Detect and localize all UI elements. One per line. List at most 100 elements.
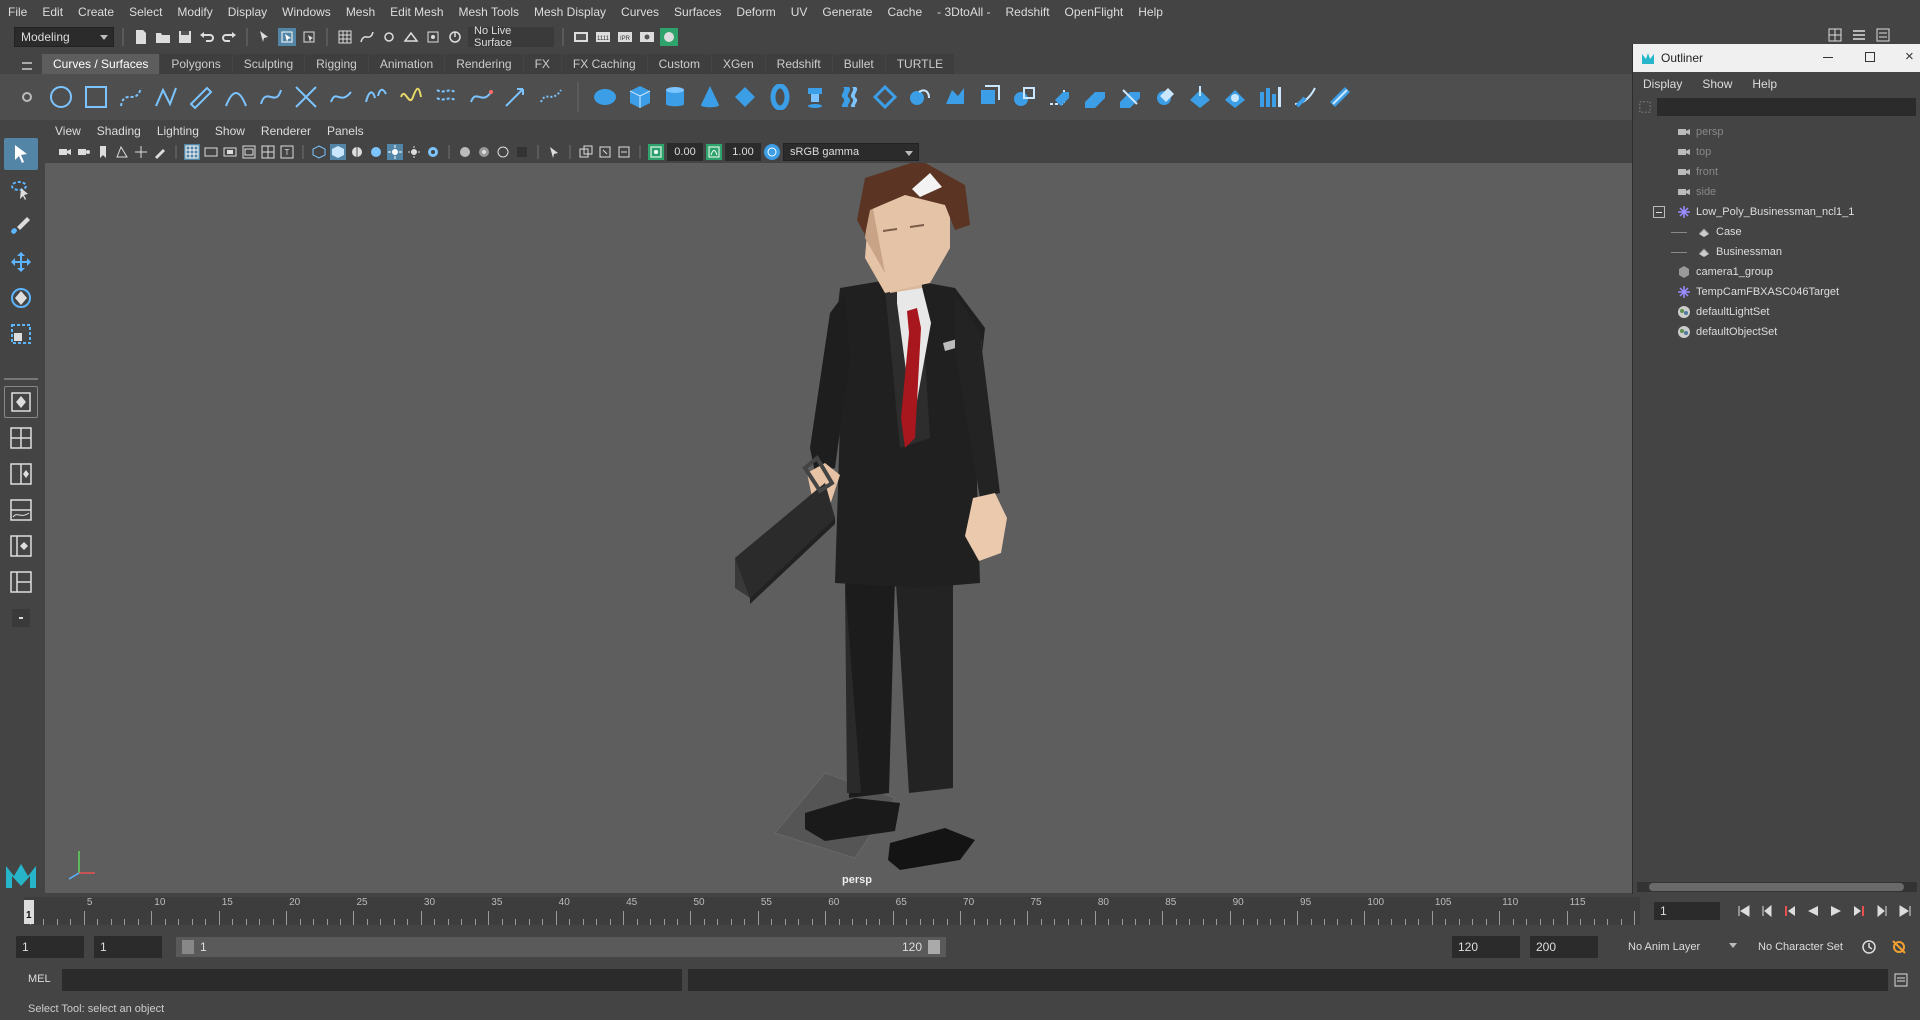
script-editor-icon[interactable]	[1892, 971, 1910, 989]
select-tool-button[interactable]	[4, 138, 38, 170]
textured-icon[interactable]	[368, 144, 384, 160]
viewport-menu-shading[interactable]: Shading	[97, 124, 141, 138]
step-forward-key-icon[interactable]	[1873, 902, 1891, 920]
four-view-layout-button[interactable]	[4, 422, 38, 454]
bezier-curve-icon[interactable]	[258, 84, 284, 110]
step-back-frame-icon[interactable]	[1781, 902, 1799, 920]
shelf-tab-redshift[interactable]: Redshift	[765, 54, 832, 74]
backface-culling-icon[interactable]	[514, 144, 530, 160]
outliner-item-defaultobjectset[interactable]: defaultObjectSet	[1633, 322, 1920, 342]
nurbs-torus-icon[interactable]	[767, 84, 793, 110]
arc-tool-icon[interactable]	[223, 84, 249, 110]
range-end-handle[interactable]	[928, 940, 940, 954]
menu-display[interactable]: Display	[228, 5, 267, 19]
scrollbar-thumb[interactable]	[1649, 883, 1904, 891]
shelf-tab-rendering[interactable]: Rendering	[445, 54, 523, 74]
extend-curve-icon[interactable]	[503, 84, 529, 110]
hypershade-icon[interactable]	[660, 27, 678, 46]
trim-tool-icon[interactable]	[1222, 84, 1248, 110]
project-curve-icon[interactable]	[1292, 84, 1318, 110]
undo-icon[interactable]	[198, 28, 216, 46]
render-view-icon[interactable]	[572, 28, 590, 46]
shelf-tab-polygons[interactable]: Polygons	[160, 54, 232, 74]
cv-curve-icon[interactable]	[118, 84, 144, 110]
range-slider-bar[interactable]: 1 120	[176, 937, 946, 957]
xray-components-icon[interactable]	[495, 144, 511, 160]
playback-start-field[interactable]: 1	[94, 936, 162, 958]
birail-icon[interactable]	[942, 84, 968, 110]
shelf-tab-fx[interactable]: FX	[523, 54, 561, 74]
make-live-icon[interactable]	[446, 28, 464, 46]
menu-deform[interactable]: Deform	[736, 5, 775, 19]
curve-intersect-icon[interactable]	[293, 84, 319, 110]
menu-3dtoall[interactable]: - 3DtoAll -	[937, 5, 990, 19]
rotate-tool-button[interactable]	[4, 282, 38, 314]
step-forward-frame-icon[interactable]	[1850, 902, 1868, 920]
gate-mask-icon[interactable]	[241, 144, 257, 160]
menu-redshift[interactable]: Redshift	[1006, 5, 1050, 19]
outliner-item-low-poly-businessman-ncl1-1[interactable]: Low_Poly_Businessman_ncl1_1	[1633, 202, 1920, 222]
viewport-menu-panels[interactable]: Panels	[327, 124, 364, 138]
image-plane-icon[interactable]	[114, 144, 130, 160]
menu-mesh[interactable]: Mesh	[346, 5, 375, 19]
command-language-label[interactable]: MEL	[28, 973, 51, 985]
grease-pencil-icon[interactable]	[152, 144, 168, 160]
field-chart-icon[interactable]	[260, 144, 276, 160]
menu-create[interactable]: Create	[78, 5, 114, 19]
live-surface-field[interactable]: No Live Surface	[468, 25, 554, 49]
square-surface-icon[interactable]	[1012, 84, 1038, 110]
motion-blur-icon[interactable]	[616, 144, 632, 160]
loft-icon[interactable]	[837, 84, 863, 110]
play-backwards-icon[interactable]	[1804, 902, 1822, 920]
persp-outliner-layout-button[interactable]	[4, 530, 38, 562]
shelf-tab-custom[interactable]: Custom	[647, 54, 711, 74]
current-time-marker[interactable]: 1	[24, 900, 34, 924]
open-scene-icon[interactable]	[154, 28, 172, 46]
xray-icon[interactable]	[457, 144, 473, 160]
collapse-icon[interactable]	[1653, 206, 1665, 218]
snap-live-icon[interactable]	[424, 28, 442, 46]
render-settings-icon[interactable]	[638, 28, 656, 46]
outliner-item-camera1-group[interactable]: camera1_group	[1633, 262, 1920, 282]
select-object-icon[interactable]	[278, 27, 296, 46]
reverse-curve-icon[interactable]	[468, 84, 494, 110]
revolve-icon[interactable]	[802, 84, 828, 110]
extrude-icon[interactable]	[907, 84, 933, 110]
save-scene-icon[interactable]	[176, 28, 194, 46]
depth-of-field-icon[interactable]	[597, 144, 613, 160]
auto-key-icon[interactable]	[1860, 938, 1878, 956]
menu-mesh-display[interactable]: Mesh Display	[534, 5, 606, 19]
shelf-settings-icon[interactable]	[22, 92, 32, 102]
time-slider[interactable]: 5 10 15 20 25 30 35 40 45 50 55 60 65 70 75 80 85 90 95 100…	[24, 897, 1640, 925]
menu-mesh-tools[interactable]: Mesh Tools	[459, 5, 519, 19]
color-management-icon[interactable]	[764, 144, 780, 160]
ep-curve-icon[interactable]	[153, 84, 179, 110]
anim-layer-dropdown[interactable]: No Anim Layer	[1622, 936, 1742, 958]
render-frame-icon[interactable]: 1111	[594, 28, 612, 46]
nurbs-cube-icon[interactable]	[627, 84, 653, 110]
offset-curve-icon[interactable]	[433, 84, 459, 110]
shelf-tab-bullet[interactable]: Bullet	[832, 54, 885, 74]
nurbs-square-icon[interactable]	[83, 84, 109, 110]
detach-curve-icon[interactable]	[363, 84, 389, 110]
new-scene-icon[interactable]	[132, 28, 150, 46]
menu-curves[interactable]: Curves	[621, 5, 659, 19]
nurbs-cylinder-icon[interactable]	[662, 84, 688, 110]
nurbs-cone-icon[interactable]	[697, 84, 723, 110]
rebuild-curve-icon[interactable]	[398, 84, 424, 110]
smooth-shade-icon[interactable]	[330, 144, 346, 160]
redo-icon[interactable]	[220, 28, 238, 46]
shelf-tab-sculpting[interactable]: Sculpting	[232, 54, 305, 74]
use-all-lights-icon[interactable]	[387, 144, 403, 160]
planar-icon[interactable]	[872, 84, 898, 110]
side-by-side-layout-button[interactable]	[4, 458, 38, 490]
outliner-scrollbar[interactable]	[1637, 882, 1917, 892]
snap-point-icon[interactable]	[380, 28, 398, 46]
animation-end-field[interactable]: 200	[1530, 936, 1598, 958]
insert-knot-icon[interactable]	[538, 84, 564, 110]
menu-generate[interactable]: Generate	[822, 5, 872, 19]
viewport-menu-view[interactable]: View	[55, 124, 81, 138]
menu-edit-mesh[interactable]: Edit Mesh	[390, 5, 443, 19]
view-transform-dropdown[interactable]: sRGB gamma	[783, 143, 919, 161]
nurbs-sphere-icon[interactable]	[592, 84, 618, 110]
